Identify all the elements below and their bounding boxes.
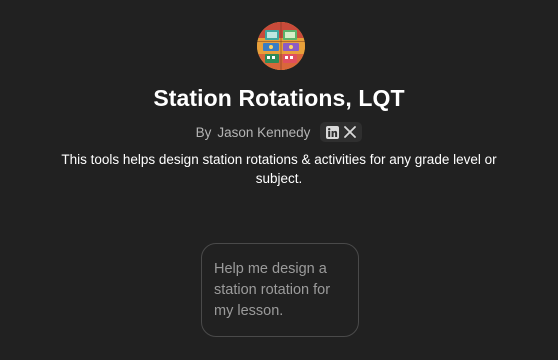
gpt-profile: Station Rotations, LQT By Jason Kennedy … [0, 0, 558, 360]
gpt-avatar [257, 22, 305, 70]
x-icon[interactable] [342, 124, 358, 140]
author-name: Jason Kennedy [217, 124, 311, 140]
gpt-description: This tools helps design station rotation… [61, 152, 497, 186]
conversation-starter[interactable]: Help me design a station rotation for my… [201, 243, 359, 337]
gpt-title: Station Rotations, LQT [153, 85, 405, 111]
classroom-illustration-icon [257, 22, 305, 70]
social-links [320, 122, 363, 142]
linkedin-icon[interactable] [324, 124, 340, 140]
author-prefix: By [195, 124, 212, 140]
author-byline: By Jason Kennedy [0, 122, 558, 142]
